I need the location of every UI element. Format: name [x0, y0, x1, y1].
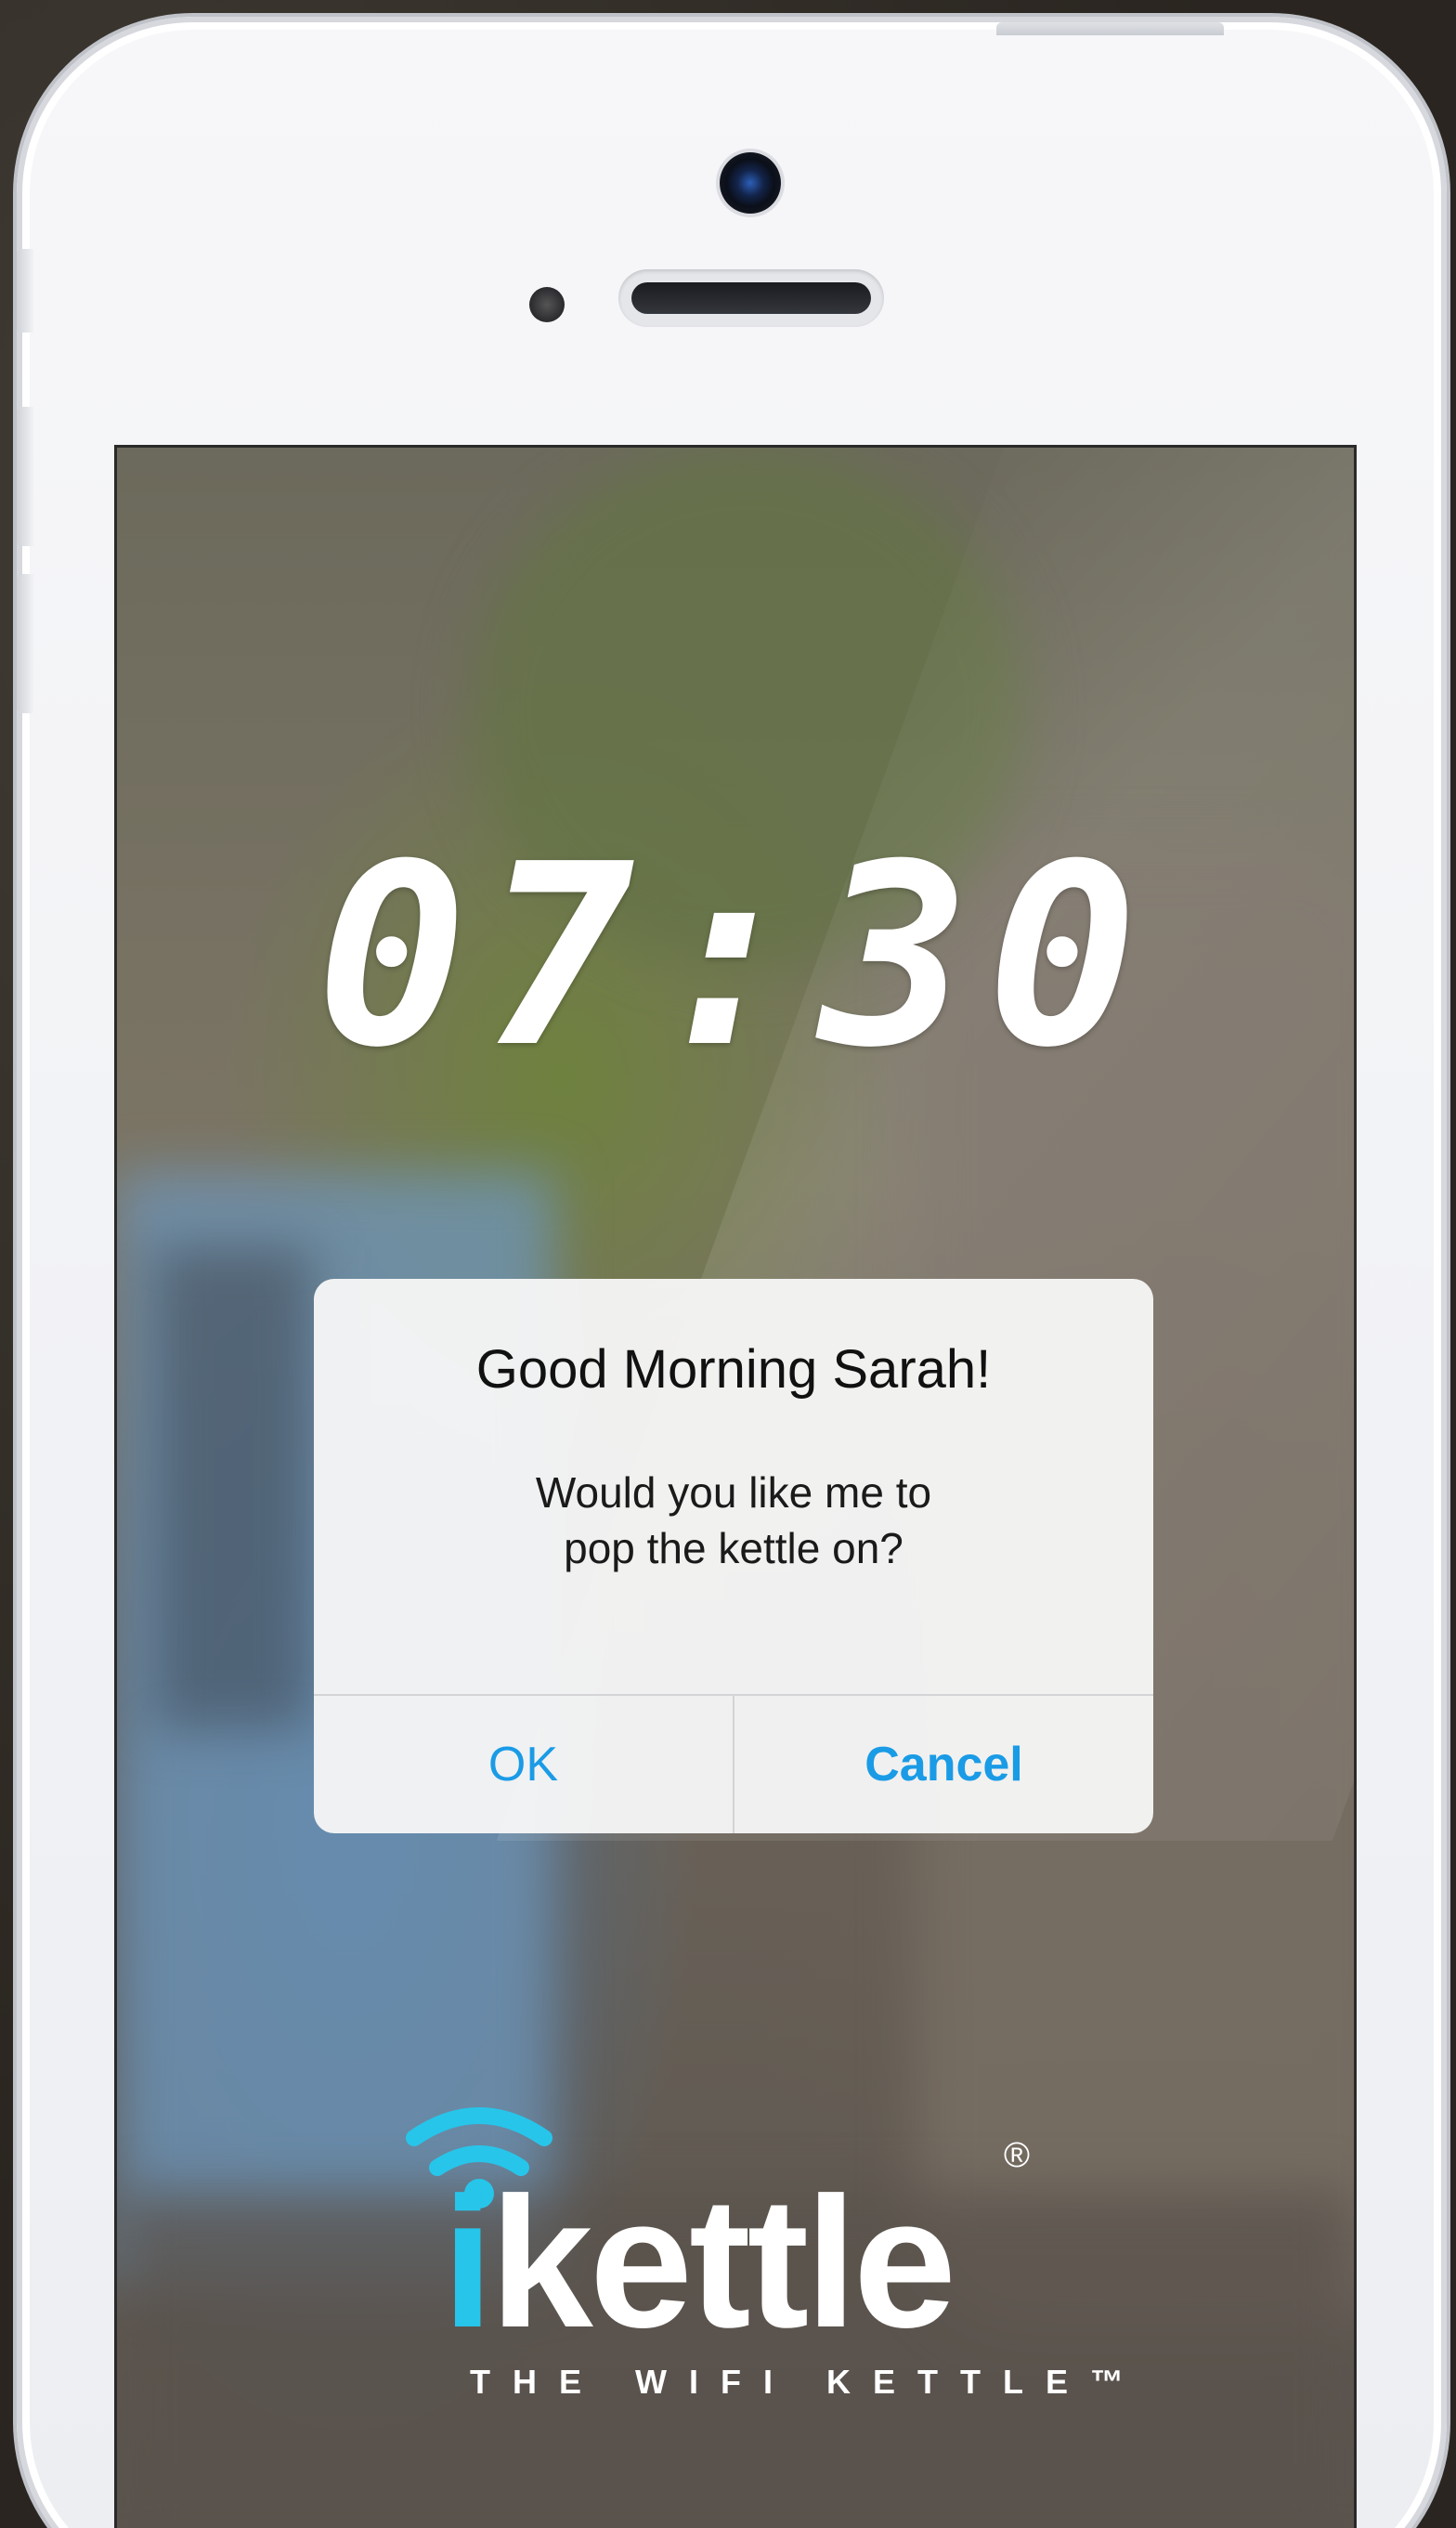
logo-tagline: THE WIFI KETTLE™ [470, 2363, 1146, 2401]
dialog-title: Good Morning Sarah! [475, 1339, 992, 1400]
earpiece-speaker-icon [618, 269, 884, 327]
registered-mark: ® [1004, 2136, 1030, 2175]
dialog-message-line-2: pop the kettle on? [564, 1524, 904, 1572]
dialog-message-line-1: Would you like me to [535, 1468, 932, 1517]
ikettle-logo: ikettle ® THE WIFI KETTLE™ [386, 2082, 1129, 2401]
volume-down-button [17, 574, 33, 713]
front-camera-icon [720, 152, 781, 214]
alarm-time-display: 07:30 [316, 810, 1155, 1102]
logo-word-kettle: kettle [489, 2159, 956, 2366]
power-button [996, 22, 1224, 35]
mute-switch [17, 249, 33, 332]
volume-up-button [17, 407, 33, 546]
cancel-button[interactable]: Cancel [734, 1696, 1153, 1833]
logo-letter-i: i [442, 2159, 494, 2366]
logo-wordmark: ikettle [442, 2157, 956, 2370]
alert-dialog: Good Morning Sarah! Would you like me to… [314, 1279, 1153, 1833]
scene-background: 07:30 Good Morning Sarah! Would you like… [0, 0, 1456, 2528]
ok-button[interactable]: OK [314, 1696, 733, 1833]
dialog-message: Would you like me to pop the kettle on? [314, 1465, 1153, 1576]
phone-screen: 07:30 Good Morning Sarah! Would you like… [117, 448, 1354, 2528]
proximity-sensor [529, 287, 565, 322]
background-blur-object [154, 1246, 312, 1729]
